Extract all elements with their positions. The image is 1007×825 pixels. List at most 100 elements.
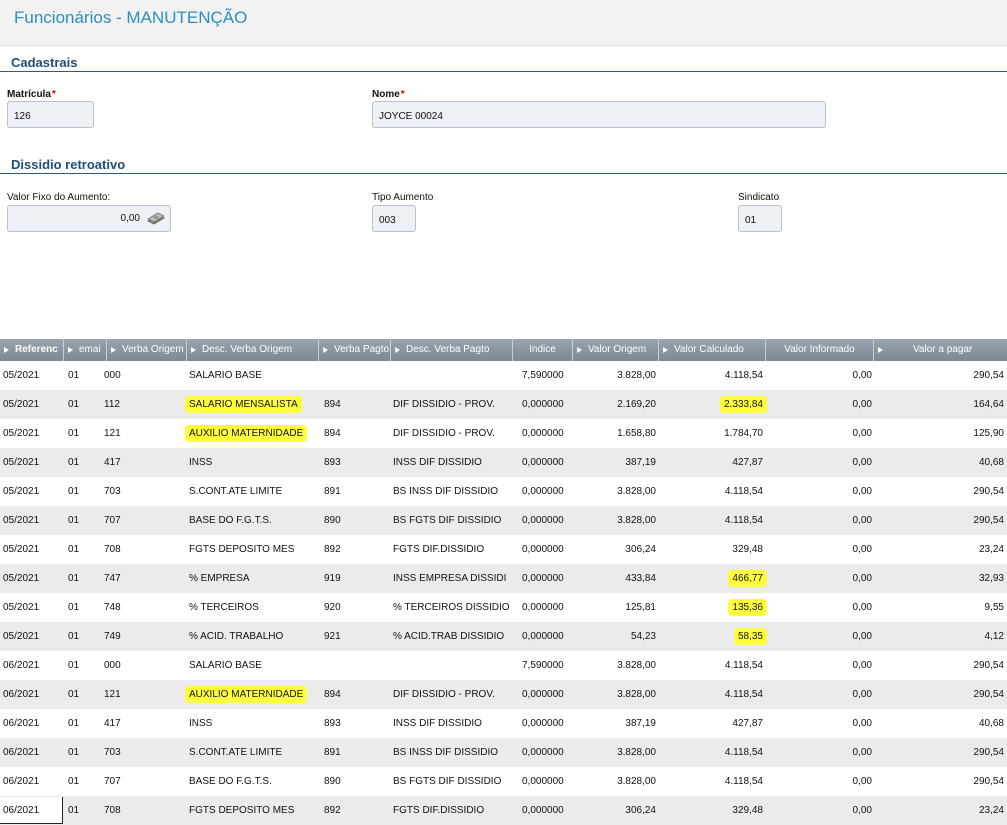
- column-header-desc-verba-origem[interactable]: Desc. Verba Origem: [187, 339, 319, 361]
- cell-valor-calculado[interactable]: 4.118,54: [659, 680, 763, 709]
- cell-desc-verba-pagto[interactable]: INSS EMPRESA DISSIDI: [393, 564, 511, 593]
- cell-referencia[interactable]: 05/2021: [3, 535, 61, 564]
- cell-valor-a-pagar[interactable]: 125,90: [874, 419, 1004, 448]
- cell-verba-pagto[interactable]: 890: [324, 767, 374, 796]
- cell-valor-origem[interactable]: 1.658,80: [573, 419, 656, 448]
- valor-fixo-field[interactable]: 0,00: [7, 205, 171, 232]
- cell-desc-verba-origem[interactable]: S.CONT.ATE LIMITE: [189, 738, 317, 767]
- cell-indice[interactable]: 0,000000: [522, 506, 577, 535]
- cell-valor-calculado[interactable]: 4.118,54: [659, 506, 763, 535]
- column-header-referencia[interactable]: Referenc: [0, 339, 64, 361]
- cell-valor-informado[interactable]: 0,00: [766, 796, 872, 825]
- cell-valor-calculado[interactable]: 329,48: [659, 796, 763, 825]
- cell-referencia[interactable]: 06/2021: [3, 709, 61, 738]
- table-row[interactable]: 05/2021 01 747 % EMPRESA 919 INSS EMPRESA DIS…: [0, 564, 1007, 593]
- cell-valor-informado[interactable]: 0,00: [766, 390, 872, 419]
- cell-valor-calculado[interactable]: 58,35: [659, 622, 767, 651]
- table-row[interactable]: 05/2021 01 417 INSS 893 INSS DIF DISSIDIO 0,00…: [0, 448, 1007, 477]
- money-icon[interactable]: [147, 212, 165, 226]
- cell-indice[interactable]: 0,000000: [522, 593, 577, 622]
- cell-indice[interactable]: 7,590000: [522, 651, 577, 680]
- column-header-verba-pagto[interactable]: Verba Pagto: [319, 339, 391, 361]
- cell-indice[interactable]: 0,000000: [522, 738, 577, 767]
- column-header-valor-informado[interactable]: Valor Informado: [766, 339, 874, 361]
- cell-verba-origem[interactable]: 112: [104, 390, 164, 419]
- cell-desc-verba-pagto[interactable]: INSS DIF DISSIDIO: [393, 709, 511, 738]
- cell-valor-origem[interactable]: 387,19: [573, 709, 656, 738]
- cell-indice[interactable]: 0,000000: [522, 535, 577, 564]
- table-row[interactable]: 06/2021 01 000 SALARIO BASE 7,590000 3.828,00…: [0, 651, 1007, 680]
- cell-semana[interactable]: 01: [68, 622, 98, 651]
- cell-valor-a-pagar[interactable]: 40,68: [874, 709, 1004, 738]
- cell-valor-origem[interactable]: 433,84: [573, 564, 656, 593]
- cell-valor-a-pagar[interactable]: 23,24: [874, 535, 1004, 564]
- cell-semana[interactable]: 01: [68, 390, 98, 419]
- column-header-desc-verba-pagto[interactable]: Desc. Verba Pagto: [391, 339, 513, 361]
- cell-desc-verba-pagto[interactable]: BS FGTS DIF DISSIDIO: [393, 506, 511, 535]
- cell-desc-verba-pagto[interactable]: BS INSS DIF DISSIDIO: [393, 477, 511, 506]
- cell-desc-verba-origem[interactable]: AUXILIO MATERNIDADE: [185, 419, 317, 448]
- cell-verba-origem[interactable]: 417: [104, 709, 164, 738]
- cell-verba-origem[interactable]: 417: [104, 448, 164, 477]
- cell-valor-origem[interactable]: 3.828,00: [573, 651, 656, 680]
- cell-verba-origem[interactable]: 703: [104, 477, 164, 506]
- cell-valor-origem[interactable]: 387,19: [573, 448, 656, 477]
- cell-referencia[interactable]: 05/2021: [3, 419, 61, 448]
- column-header-verba-origem[interactable]: Verba Origem: [107, 339, 187, 361]
- cell-valor-a-pagar[interactable]: 32,93: [874, 564, 1004, 593]
- column-header-valor-a-pagar[interactable]: Valor a pagar: [874, 339, 1007, 361]
- cell-desc-verba-origem[interactable]: BASE DO F.G.T.S.: [189, 767, 317, 796]
- cell-valor-calculado[interactable]: 2.333,84: [659, 390, 767, 419]
- column-header-semana[interactable]: emai: [64, 339, 107, 361]
- cell-semana[interactable]: 01: [68, 593, 98, 622]
- cell-verba-origem[interactable]: 749: [104, 622, 164, 651]
- cell-desc-verba-pagto[interactable]: DIF DISSIDIO - PROV.: [393, 419, 511, 448]
- cell-valor-calculado[interactable]: 135,36: [659, 593, 767, 622]
- cell-referencia[interactable]: 05/2021: [3, 361, 61, 390]
- cell-desc-verba-pagto[interactable]: DIF DISSIDIO - PROV.: [393, 680, 511, 709]
- cell-indice[interactable]: 0,000000: [522, 448, 577, 477]
- cell-valor-origem[interactable]: 3.828,00: [573, 680, 656, 709]
- table-row[interactable]: 05/2021 01 707 BASE DO F.G.T.S. 890 BS FGTS D…: [0, 506, 1007, 535]
- cell-valor-calculado[interactable]: 4.118,54: [659, 738, 763, 767]
- cell-valor-informado[interactable]: 0,00: [766, 651, 872, 680]
- cell-valor-informado[interactable]: 0,00: [766, 680, 872, 709]
- cell-valor-calculado[interactable]: 4.118,54: [659, 361, 763, 390]
- cell-valor-a-pagar[interactable]: 290,54: [874, 680, 1004, 709]
- table-row[interactable]: 06/2021 01 121 AUXILIO MATERNIDADE 894 DIF DI…: [0, 680, 1007, 709]
- cell-valor-a-pagar[interactable]: 23,24: [874, 796, 1004, 825]
- cell-semana[interactable]: 01: [68, 564, 98, 593]
- cell-valor-calculado[interactable]: 329,48: [659, 535, 763, 564]
- cell-semana[interactable]: 01: [68, 535, 98, 564]
- cell-desc-verba-pagto[interactable]: [393, 361, 511, 390]
- cell-indice[interactable]: 0,000000: [522, 709, 577, 738]
- cell-referencia[interactable]: 06/2021: [3, 651, 61, 680]
- cell-desc-verba-pagto[interactable]: BS INSS DIF DISSIDIO: [393, 738, 511, 767]
- cell-valor-informado[interactable]: 0,00: [766, 738, 872, 767]
- cell-desc-verba-origem[interactable]: SALARIO BASE: [189, 361, 317, 390]
- cell-verba-origem[interactable]: 000: [104, 651, 164, 680]
- cell-referencia[interactable]: 05/2021: [3, 564, 61, 593]
- cell-semana[interactable]: 01: [68, 767, 98, 796]
- cell-valor-informado[interactable]: 0,00: [766, 593, 872, 622]
- cell-valor-origem[interactable]: 3.828,00: [573, 506, 656, 535]
- cell-valor-calculado[interactable]: 4.118,54: [659, 651, 763, 680]
- cell-referencia[interactable]: 05/2021: [3, 477, 61, 506]
- cell-valor-origem[interactable]: 306,24: [573, 796, 656, 825]
- cell-verba-origem[interactable]: 708: [104, 796, 164, 825]
- cell-valor-informado[interactable]: 0,00: [766, 622, 872, 651]
- cell-desc-verba-pagto[interactable]: % TERCEIROS DISSIDIO: [393, 593, 511, 622]
- cell-valor-calculado[interactable]: 1.784,70: [659, 419, 763, 448]
- cell-semana[interactable]: 01: [68, 738, 98, 767]
- cell-verba-pagto[interactable]: 893: [324, 709, 374, 738]
- cell-valor-informado[interactable]: 0,00: [766, 564, 872, 593]
- cell-referencia[interactable]: 05/2021: [3, 622, 61, 651]
- cell-indice[interactable]: 0,000000: [522, 419, 577, 448]
- cell-semana[interactable]: 01: [68, 419, 98, 448]
- table-row[interactable]: 06/2021 01 703 S.CONT.ATE LIMITE 891 BS INSS …: [0, 738, 1007, 767]
- cell-indice[interactable]: 0,000000: [522, 564, 577, 593]
- cell-valor-a-pagar[interactable]: 290,54: [874, 361, 1004, 390]
- cell-desc-verba-origem[interactable]: BASE DO F.G.T.S.: [189, 506, 317, 535]
- cell-valor-informado[interactable]: 0,00: [766, 361, 872, 390]
- cell-verba-origem[interactable]: 707: [104, 506, 164, 535]
